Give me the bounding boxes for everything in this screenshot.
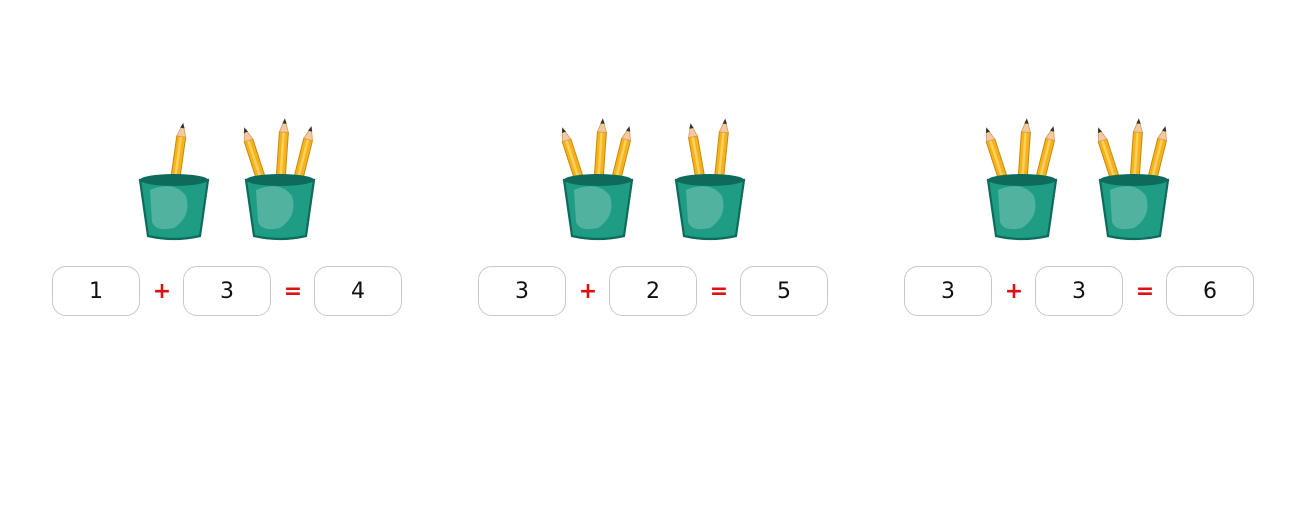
pencil-cup-icon xyxy=(670,118,750,246)
pencil-cups xyxy=(52,118,412,253)
addition-worksheet: 1 + 3 = 4 3 + 2 = 5 3 + 3 = 6 xyxy=(0,0,1303,519)
addend-b-field[interactable]: 3 xyxy=(183,266,271,316)
equation: 3 + 2 = 5 xyxy=(478,266,838,318)
addend-b-field[interactable]: 2 xyxy=(609,266,697,316)
pencil-cup-icon xyxy=(982,118,1062,246)
plus-sign: + xyxy=(1004,278,1024,304)
cup-graphic xyxy=(561,118,634,241)
cup-graphic xyxy=(243,118,316,241)
problem-2: 3 + 2 = 5 xyxy=(478,118,838,328)
cup-graphic xyxy=(138,122,210,241)
sum-field[interactable]: 5 xyxy=(740,266,828,316)
equals-sign: = xyxy=(709,278,729,304)
cup-graphic xyxy=(1097,118,1170,241)
addend-a-field[interactable]: 3 xyxy=(904,266,992,316)
pencil-cup-icon xyxy=(558,118,638,246)
cup-graphic xyxy=(674,118,746,241)
pencil-cup-icon xyxy=(1094,118,1174,246)
sum-field[interactable]: 6 xyxy=(1166,266,1254,316)
equation: 3 + 3 = 6 xyxy=(904,266,1264,318)
sum-field[interactable]: 4 xyxy=(314,266,402,316)
addend-a-field[interactable]: 1 xyxy=(52,266,140,316)
pencil-cup-icon xyxy=(134,118,214,246)
plus-sign: + xyxy=(578,278,598,304)
addend-a-field[interactable]: 3 xyxy=(478,266,566,316)
cup-graphic xyxy=(985,118,1058,241)
problem-1: 1 + 3 = 4 xyxy=(52,118,412,328)
equation: 1 + 3 = 4 xyxy=(52,266,412,318)
pencil-cups xyxy=(904,118,1264,253)
problem-3: 3 + 3 = 6 xyxy=(904,118,1264,328)
plus-sign: + xyxy=(152,278,172,304)
equals-sign: = xyxy=(283,278,303,304)
pencil-cups xyxy=(478,118,838,253)
addend-b-field[interactable]: 3 xyxy=(1035,266,1123,316)
pencil-cup-icon xyxy=(240,118,320,246)
equals-sign: = xyxy=(1135,278,1155,304)
